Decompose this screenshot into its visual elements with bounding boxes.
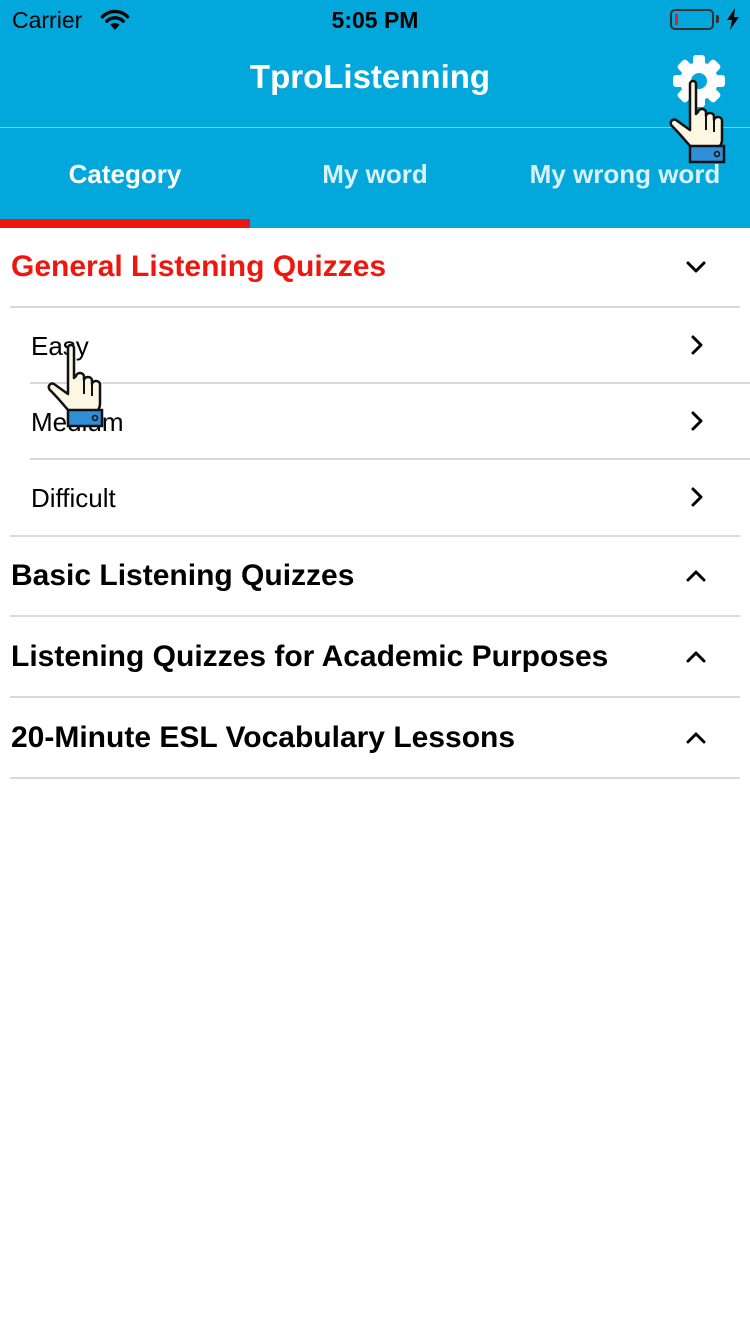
list-item-medium[interactable]: Medium (30, 384, 750, 460)
app-header: Carrier 5:05 PM TproListenning Category … (0, 0, 750, 228)
list-item-label: Difficult (31, 483, 116, 513)
section-basic-listening-quizzes[interactable]: Basic Listening Quizzes (10, 537, 740, 617)
tab-my-word[interactable]: My word (250, 128, 500, 228)
list-item-difficult[interactable]: Difficult (30, 460, 750, 536)
chevron-right-icon (687, 410, 707, 437)
battery-tip (716, 15, 719, 23)
pointing-hand-icon (669, 79, 726, 164)
chevron-right-icon (687, 334, 707, 361)
section-title: 20-Minute ESL Vocabulary Lessons (11, 721, 516, 754)
battery-level (675, 14, 678, 25)
tab-category[interactable]: Category (0, 128, 250, 228)
clock: 5:05 PM (331, 7, 419, 33)
section-title: Listening Quizzes for Academic Purposes (11, 640, 609, 673)
pointing-hand-icon (47, 343, 104, 428)
battery-icon (670, 9, 714, 30)
section-academic-listening-quizzes[interactable]: Listening Quizzes for Academic Purposes (10, 618, 740, 698)
tab-indicator (0, 219, 250, 228)
chevron-down-icon (685, 256, 707, 283)
section-title: Basic Listening Quizzes (11, 559, 355, 592)
section-title: General Listening Quizzes (11, 250, 387, 283)
chevron-up-icon (685, 727, 707, 754)
chevron-right-icon (687, 486, 707, 513)
status-bar: Carrier 5:05 PM (0, 0, 750, 40)
chevron-up-icon (685, 646, 707, 673)
section-esl-vocabulary-lessons[interactable]: 20-Minute ESL Vocabulary Lessons (10, 699, 740, 779)
bolt-icon (726, 8, 740, 36)
chevron-up-icon (685, 565, 707, 592)
list-item-easy[interactable]: Easy (30, 308, 750, 384)
section-general-listening-quizzes[interactable]: General Listening Quizzes (10, 228, 740, 308)
page-title: TproListenning (249, 58, 491, 95)
